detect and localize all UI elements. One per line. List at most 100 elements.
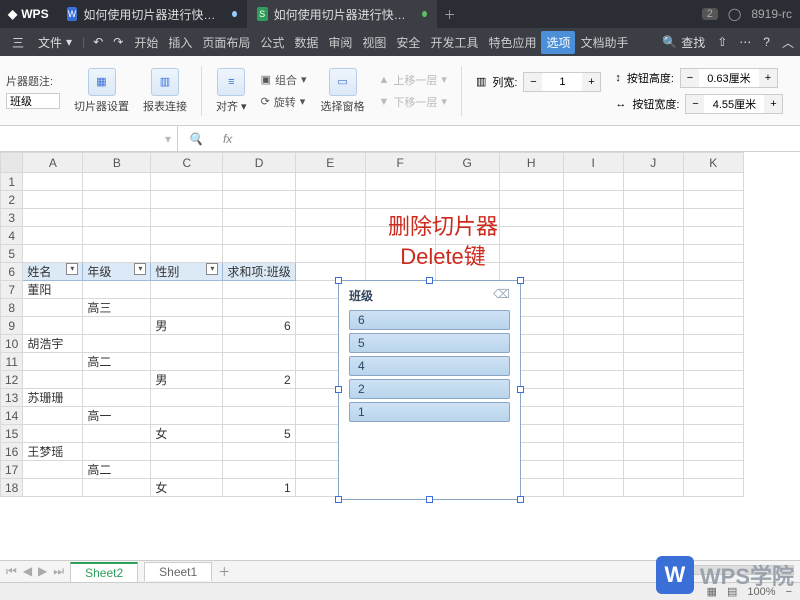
cell[interactable] (563, 281, 623, 299)
cell[interactable]: 男 (151, 371, 223, 389)
cell[interactable] (223, 407, 295, 425)
group-button[interactable]: ▣组合 ▾ (261, 72, 307, 88)
cell[interactable] (151, 335, 223, 353)
cell[interactable] (223, 389, 295, 407)
btn-w-stepper[interactable]: −+ (685, 94, 783, 114)
new-tab-button[interactable]: ＋ (437, 6, 463, 23)
cell[interactable]: 2 (223, 371, 295, 389)
cell[interactable] (223, 281, 295, 299)
cell[interactable] (623, 479, 683, 497)
row-header[interactable]: 3 (1, 209, 23, 227)
cell[interactable] (23, 353, 83, 371)
cell[interactable]: 6 (223, 317, 295, 335)
cell[interactable] (223, 299, 295, 317)
filter-icon[interactable]: ▾ (206, 263, 218, 275)
file-menu[interactable]: 文件 ▾ (32, 34, 78, 51)
row-header[interactable]: 1 (1, 173, 23, 191)
cell[interactable] (623, 281, 683, 299)
fx-icon[interactable]: 🔍 (178, 132, 213, 146)
cell[interactable] (623, 209, 683, 227)
cell[interactable] (23, 245, 83, 263)
row-header[interactable]: 12 (1, 371, 23, 389)
slicer-panel[interactable]: 班级 ⌫ 65421 (338, 280, 521, 500)
cell[interactable]: 高二 (83, 461, 151, 479)
cell[interactable] (623, 335, 683, 353)
cell[interactable] (623, 299, 683, 317)
cell[interactable]: 年级▾ (83, 263, 151, 281)
cell[interactable] (499, 245, 563, 263)
next-sheet-icon[interactable]: ▶ (38, 564, 47, 579)
cell[interactable] (223, 353, 295, 371)
cell[interactable] (151, 191, 223, 209)
cell[interactable] (563, 227, 623, 245)
col-header[interactable]: A (23, 153, 83, 173)
row-header[interactable]: 18 (1, 479, 23, 497)
ribbon-tab-8[interactable]: 开发工具 (425, 31, 483, 54)
slicer-item[interactable]: 5 (349, 333, 510, 353)
cell[interactable] (683, 281, 743, 299)
cell[interactable]: 高三 (83, 299, 151, 317)
cell[interactable] (623, 317, 683, 335)
cell[interactable] (295, 173, 365, 191)
cell[interactable] (83, 281, 151, 299)
cell[interactable] (295, 209, 365, 227)
cell[interactable] (295, 191, 365, 209)
cell[interactable] (295, 227, 365, 245)
row-header[interactable]: 15 (1, 425, 23, 443)
ribbon-tab-10[interactable]: 选项 (541, 31, 575, 54)
rotate-button[interactable]: ⟳旋转 ▾ (261, 94, 307, 110)
cell[interactable] (563, 461, 623, 479)
cell[interactable] (223, 191, 295, 209)
row-header[interactable]: 11 (1, 353, 23, 371)
cell[interactable] (683, 479, 743, 497)
cell[interactable] (563, 407, 623, 425)
slicer-settings-button[interactable]: ▦ 切片器设置 (74, 68, 129, 114)
cell[interactable] (223, 335, 295, 353)
name-box[interactable]: ▾ (0, 126, 178, 151)
cell[interactable] (683, 317, 743, 335)
filter-icon[interactable]: ▾ (66, 263, 78, 275)
cell[interactable]: 男 (151, 317, 223, 335)
cell[interactable]: 高二 (83, 353, 151, 371)
sheet-tab-sheet2[interactable]: Sheet2 (70, 562, 138, 582)
ribbon-tab-9[interactable]: 特色应用 (483, 31, 541, 54)
cell[interactable]: 胡浩宇 (23, 335, 83, 353)
cell[interactable] (563, 245, 623, 263)
cell[interactable] (151, 173, 223, 191)
row-header[interactable]: 8 (1, 299, 23, 317)
cell[interactable] (563, 335, 623, 353)
col-header[interactable]: C (151, 153, 223, 173)
ribbon-tab-11[interactable]: 文档助手 (575, 31, 633, 54)
cell[interactable] (563, 191, 623, 209)
more-icon[interactable]: ⋯ (739, 35, 751, 49)
cell[interactable] (83, 443, 151, 461)
cell[interactable] (23, 317, 83, 335)
filter-icon[interactable]: ▾ (134, 263, 146, 275)
col-header[interactable]: D (223, 153, 295, 173)
cell[interactable] (623, 389, 683, 407)
cell[interactable] (83, 371, 151, 389)
cell[interactable] (623, 461, 683, 479)
cell[interactable] (499, 263, 563, 281)
cell[interactable] (563, 479, 623, 497)
cell[interactable] (223, 227, 295, 245)
cell[interactable] (23, 191, 83, 209)
cell[interactable] (563, 209, 623, 227)
cell[interactable] (83, 335, 151, 353)
add-sheet-button[interactable]: ＋ (218, 563, 230, 580)
cell[interactable] (151, 245, 223, 263)
cell[interactable] (151, 353, 223, 371)
cell[interactable] (623, 191, 683, 209)
cell[interactable] (683, 191, 743, 209)
cell[interactable] (623, 425, 683, 443)
caption-input[interactable] (6, 93, 60, 109)
cell[interactable] (23, 371, 83, 389)
cell[interactable] (683, 425, 743, 443)
cell[interactable]: 女 (151, 479, 223, 497)
cell[interactable] (365, 191, 435, 209)
cell[interactable] (83, 425, 151, 443)
cell[interactable] (683, 335, 743, 353)
prev-sheet-icon[interactable]: ◀ (23, 564, 32, 579)
cell[interactable]: 性别▾ (151, 263, 223, 281)
cell[interactable] (151, 281, 223, 299)
